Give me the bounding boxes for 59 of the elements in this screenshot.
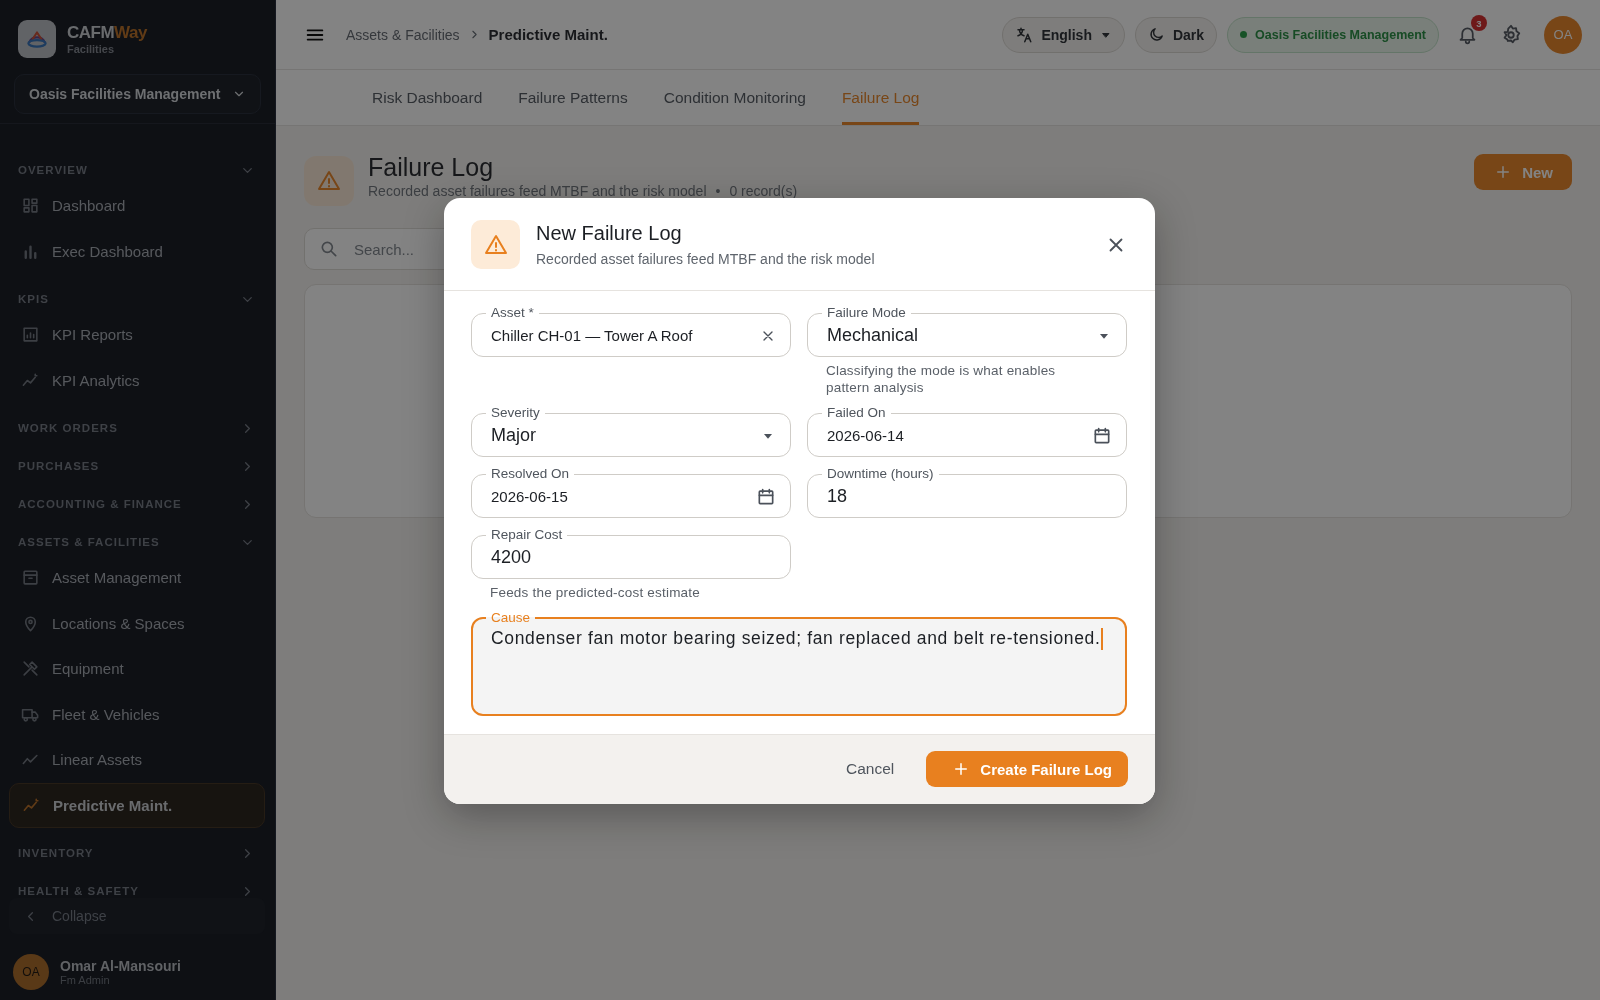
organization-badge: Oasis Facilities Management xyxy=(1227,16,1439,53)
cancel-button[interactable]: Cancel xyxy=(840,759,901,779)
warning-icon xyxy=(483,232,508,257)
calendar-icon[interactable] xyxy=(756,486,776,507)
calendar-icon[interactable] xyxy=(1092,425,1112,446)
nav-item[interactable]: Locations & Spaces xyxy=(0,600,265,646)
theme-toggle[interactable]: Dark xyxy=(1134,16,1218,53)
nav-item[interactable]: Fleet & Vehicles xyxy=(0,691,265,737)
breadcrumb-current: Predictive Maint. xyxy=(488,26,608,43)
create-button[interactable]: Create Failure Log xyxy=(926,751,1128,787)
dialog-title: New Failure Log xyxy=(536,222,683,245)
brand-name: CAFMWay xyxy=(67,23,147,43)
tab[interactable]: Risk Dashboard xyxy=(372,70,483,125)
helper-text: Feeds the predicted-cost estimate xyxy=(489,584,701,601)
dialog-subtitle: Recorded asset failures feed MTBF and the risk model xyxy=(536,251,876,267)
tools-icon xyxy=(21,659,40,679)
search-icon xyxy=(319,239,339,259)
nav-item[interactable]: KPI Analytics xyxy=(0,357,265,403)
page-subtitle: Recorded asset failures feed MTBF and the risk model xyxy=(368,183,707,199)
chart-report-icon xyxy=(21,325,40,345)
separator-dot: • xyxy=(715,183,721,199)
nav-item[interactable]: Dashboard xyxy=(0,183,265,229)
user-name: Omar Al-Mansouri xyxy=(60,958,181,974)
textarea-field[interactable]: Cause Condenser fan motor bearing seized; fan replaced and belt re-tensioned. xyxy=(471,610,1127,716)
new-button[interactable]: New xyxy=(1474,154,1572,190)
page-title: Failure Log xyxy=(368,153,495,182)
archive-box-icon xyxy=(21,568,40,588)
date-field[interactable]: Resolved On 2026-06-15 xyxy=(471,466,791,518)
date-field[interactable]: Failed On 2026-06-14 xyxy=(807,405,1127,457)
app-logo xyxy=(18,20,56,58)
record-count: 0 record(s) xyxy=(729,183,798,199)
nav-item[interactable]: Equipment xyxy=(0,646,265,692)
translate-icon xyxy=(1015,25,1034,44)
asset-autocomplete[interactable]: Asset * Chiller CH-01 — Tower A Roof xyxy=(471,305,791,357)
warning-icon xyxy=(317,169,341,193)
text-cursor xyxy=(1101,628,1104,651)
organization-select[interactable]: Oasis Facilities Management xyxy=(14,74,261,114)
number-field[interactable]: Downtime (hours) 18 xyxy=(807,466,1127,518)
helper-text: Classifying the mode is what enables pattern analysis xyxy=(825,362,1057,396)
brand-subtitle: Facilities xyxy=(67,43,116,55)
number-field[interactable]: Repair Cost 4200 xyxy=(471,527,791,579)
tab[interactable]: Failure Log xyxy=(841,70,920,125)
select-field[interactable]: Failure Mode Mechanical xyxy=(807,305,1127,357)
breadcrumb-link[interactable]: Assets & Facilities xyxy=(346,26,460,43)
nav-item[interactable]: Exec Dashboard xyxy=(0,228,265,274)
language-select[interactable]: English xyxy=(1002,16,1125,53)
select-field[interactable]: Severity Major xyxy=(471,405,791,457)
tab[interactable]: Failure Patterns xyxy=(518,70,628,125)
moon-icon xyxy=(1147,26,1165,43)
notification-count: 3 xyxy=(1471,15,1487,31)
status-dot xyxy=(1240,31,1248,38)
nav-item[interactable]: KPI Reports xyxy=(0,312,265,358)
nav-item[interactable]: Predictive Maint. xyxy=(9,782,265,828)
nav-item[interactable]: Asset Management xyxy=(0,555,265,601)
tab[interactable]: Condition Monitoring xyxy=(663,70,806,125)
user-avatar[interactable]: OA xyxy=(1544,15,1582,54)
user-avatar[interactable]: OA xyxy=(13,954,49,990)
nav-item[interactable]: Linear Assets xyxy=(0,737,265,783)
grid-icon xyxy=(21,196,40,216)
